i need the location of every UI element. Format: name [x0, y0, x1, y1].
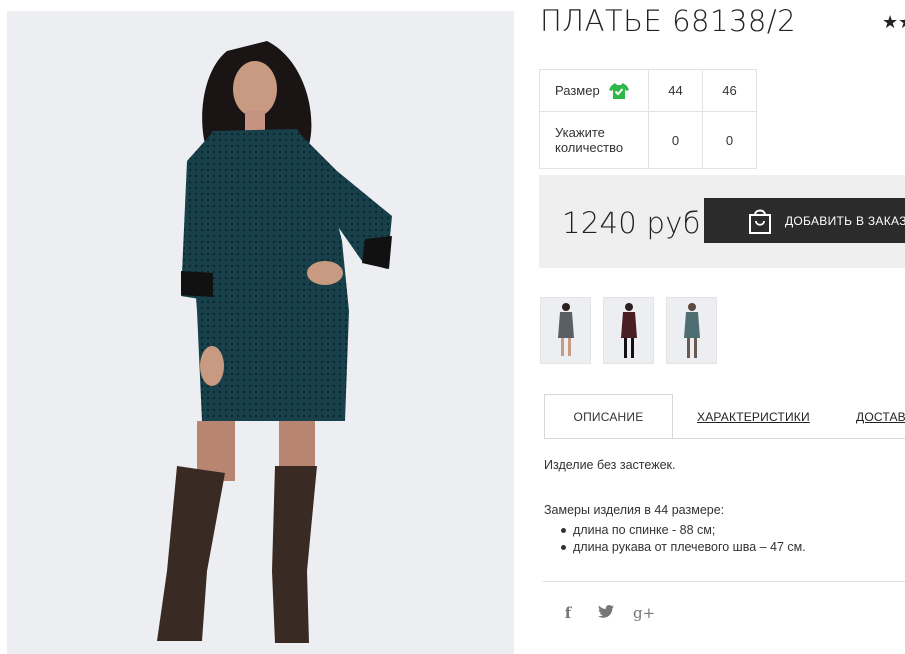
- quantity-row: Укажите количество 0 0: [539, 111, 757, 169]
- quantity-input-46[interactable]: 0: [702, 111, 757, 169]
- description-intro: Изделие без застежек.: [544, 458, 676, 472]
- product-price: 1240 руб: [562, 206, 701, 240]
- tab-description[interactable]: ОПИСАНИЕ: [544, 394, 673, 438]
- quantity-input-44[interactable]: 0: [648, 111, 703, 169]
- price-box: 1240 руб ДОБАВИТЬ В ЗАКАЗ: [539, 175, 905, 268]
- main-product-photo[interactable]: [7, 11, 514, 654]
- social-share: f g+: [557, 604, 655, 622]
- add-to-order-label: ДОБАВИТЬ В ЗАКАЗ: [785, 213, 905, 228]
- description-panel: Изделие без застежек. Замеры изделия в 4…: [544, 457, 904, 556]
- tab-specifications[interactable]: ХАРАКТЕРИСТИКИ: [697, 394, 810, 438]
- product-info-tabs: ОПИСАНИЕ ХАРАКТЕРИСТИКИ ДОСТАВКА: [544, 394, 905, 439]
- size-chart-shirt-icon[interactable]: [608, 82, 629, 100]
- list-item: длина по спинке - 88 см;: [544, 522, 904, 539]
- thumbnail-teal-dress[interactable]: [666, 297, 717, 364]
- facebook-icon[interactable]: f: [557, 604, 579, 622]
- google-plus-icon[interactable]: g+: [633, 604, 655, 622]
- measurements-title: Замеры изделия в 44 размере:: [544, 503, 725, 517]
- tab-delivery[interactable]: ДОСТАВКА: [856, 394, 905, 438]
- size-label: Размер: [555, 83, 600, 98]
- size-row-label-cell: Размер: [539, 69, 649, 112]
- product-title: ПЛАТЬЕ 68138/2: [540, 4, 797, 38]
- size-option-44[interactable]: 44: [648, 69, 703, 112]
- measurements-list: длина по спинке - 88 см; длина рукава от…: [544, 522, 904, 556]
- size-table: Размер 44 46 Укажите количество 0 0: [539, 69, 757, 169]
- divider: [543, 581, 905, 582]
- thumbnail-burgundy-dress[interactable]: [603, 297, 654, 364]
- list-item: длина рукава от плечевого шва – 47 см.: [544, 539, 904, 556]
- size-option-46[interactable]: 46: [702, 69, 757, 112]
- thumbnail-gallery: [540, 297, 717, 364]
- add-to-order-button[interactable]: ДОБАВИТЬ В ЗАКАЗ: [704, 198, 905, 243]
- twitter-icon[interactable]: [595, 604, 617, 622]
- rating-stars[interactable]: ★★: [882, 12, 905, 33]
- thumbnail-grey-dress[interactable]: [540, 297, 591, 364]
- size-row: Размер 44 46: [539, 69, 757, 112]
- shopping-bag-icon: [749, 209, 771, 234]
- quantity-label: Укажите количество: [539, 111, 649, 169]
